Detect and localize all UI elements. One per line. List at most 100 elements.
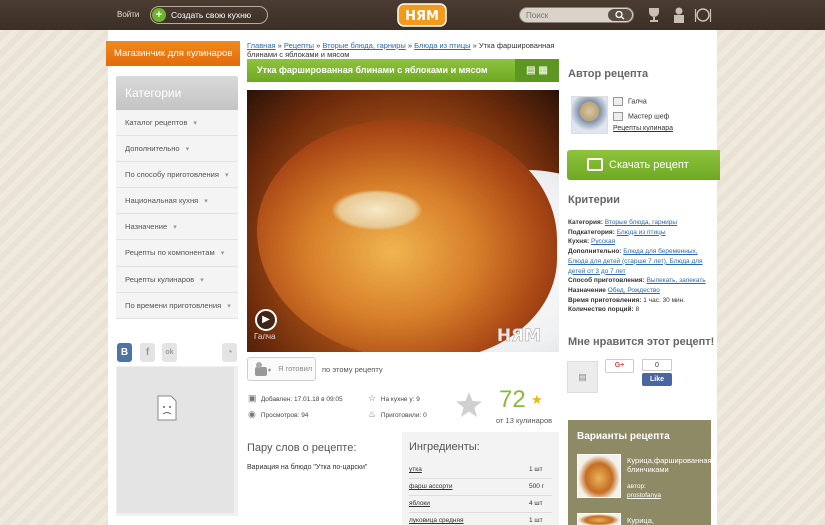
breadcrumb-separator: »: [472, 41, 477, 50]
play-icon[interactable]: ▶: [255, 309, 277, 331]
breadcrumb-second-courses[interactable]: Вторые блюда, гарниры: [322, 41, 405, 50]
categories-title: Категории: [116, 76, 238, 110]
rating-star-icon: ★: [531, 392, 543, 407]
criteria-value[interactable]: Выпекать, запекать: [647, 277, 706, 284]
download-recipe-button[interactable]: Скачать рецепт: [567, 150, 720, 180]
criteria-row: Способ приготовления: Выпекать, запекать: [568, 277, 706, 285]
criteria-title: Критерии: [568, 194, 620, 206]
author-recipes-link[interactable]: Рецепты кулинара: [613, 125, 673, 132]
breadcrumb-home[interactable]: Главная: [247, 41, 276, 50]
criteria-row: Время приготовления: 1 час. 30 мин.: [568, 296, 686, 304]
ingredient-name[interactable]: утка: [409, 466, 422, 473]
category-item[interactable]: Дополнительно: [116, 136, 238, 163]
ingredient-name[interactable]: яблоки: [409, 500, 430, 507]
facebook-like-button[interactable]: Like: [642, 373, 672, 386]
calendar-icon: ▣: [248, 393, 257, 403]
criteria-value[interactable]: Блюда из птицы: [617, 229, 666, 236]
view-toggle-icon[interactable]: ▤ ▦: [515, 59, 559, 82]
breadcrumb: Главная » Рецепты » Вторые блюда, гарнир…: [247, 41, 559, 59]
create-kitchen-label: Создать свою кухню: [171, 10, 252, 20]
recipe-photo[interactable]: ▶ Галча НЯМ: [247, 90, 559, 352]
google-plus-button[interactable]: G+: [605, 359, 634, 373]
rate-star-icon[interactable]: [455, 391, 483, 419]
i-cooked-label: Я готовил: [278, 364, 313, 373]
variant-author-label: автор:: [627, 483, 646, 490]
views-value: 94: [301, 412, 309, 419]
i-cooked-button[interactable]: Я готовил: [247, 357, 316, 381]
breadcrumb-separator: »: [407, 41, 413, 50]
plus-icon: +: [152, 8, 166, 22]
category-item[interactable]: Рецепты по компонентам: [116, 240, 238, 267]
vk-icon[interactable]: В: [117, 343, 132, 362]
cooked-note: по этому рецепту: [322, 365, 383, 374]
recipe-title-bar: Утка фаршированная блинами с яблоками и …: [247, 59, 559, 82]
recipe-variants: Варианты рецепта Курица,фаршированная бл…: [568, 420, 712, 525]
cooked-count-value: 0: [423, 412, 427, 419]
stuffing-image: [332, 190, 422, 230]
criteria-row: Количество порций: 8: [568, 306, 640, 314]
photo-author: Галча: [254, 332, 276, 341]
criteria-value[interactable]: Русская: [591, 238, 615, 245]
chef-icon[interactable]: [670, 6, 688, 24]
variant-author: prostofanya: [627, 492, 661, 499]
chef-hat-icon: [613, 112, 623, 121]
category-item[interactable]: Назначение: [116, 214, 238, 241]
category-item[interactable]: Каталог рецептов: [116, 110, 238, 137]
rating-count: от 13 кулинаров: [496, 416, 553, 425]
plate-icon[interactable]: [694, 6, 712, 24]
category-item[interactable]: По способу приготовления: [116, 162, 238, 189]
like-widget-icon[interactable]: ▤: [567, 361, 598, 393]
widget-box: [116, 366, 238, 516]
odnoklassniki-icon[interactable]: ok: [162, 343, 177, 362]
added-stat: ▣ Добавлен: 17.01.18 в 09:05: [248, 393, 343, 404]
about-text: Вариация на блюдо "Утка по-царски": [247, 464, 368, 471]
broken-image-icon: [157, 395, 177, 421]
variant-title[interactable]: Курица,фаршированная блинчиками: [627, 456, 712, 474]
criteria-value[interactable]: Вторые блюда, гарниры: [605, 219, 677, 226]
monitor-icon: [587, 158, 603, 171]
search-button[interactable]: [608, 9, 632, 21]
category-item[interactable]: По времени приготовления: [116, 293, 238, 319]
search-input[interactable]: [526, 10, 606, 21]
facebook-icon[interactable]: f: [140, 343, 155, 362]
author-section-title: Автор рецепта: [568, 68, 649, 80]
trophy-icon[interactable]: [645, 6, 663, 24]
ingredient-qty: 1 шт: [529, 466, 543, 473]
category-item[interactable]: Национальная кухня: [116, 188, 238, 215]
variant-thumbnail[interactable]: [577, 454, 621, 498]
cooked-count-label: Приготовили:: [380, 412, 422, 419]
login-link[interactable]: Войти: [117, 10, 139, 19]
breadcrumb-separator: »: [316, 41, 321, 50]
criteria-row: Назначение Обед, Рождество: [568, 286, 660, 294]
criteria-row: Кухня: Русская: [568, 238, 616, 246]
added-value: 17.01.18 в 09:05: [294, 396, 343, 403]
recipe-title: Утка фаршированная блинами с яблоками и …: [257, 65, 488, 75]
ingredient-name[interactable]: луковица средняя: [409, 517, 464, 524]
criteria-row: Подкатегория: Блюда из птицы: [568, 228, 666, 236]
criteria-value: 1 час. 30 мин.: [643, 296, 686, 304]
breadcrumb-poultry[interactable]: Блюда из птицы: [414, 41, 470, 50]
author-name-row: Галча: [613, 97, 647, 106]
criteria-value[interactable]: Обед, Рождество: [608, 287, 660, 294]
cooked-icon: [255, 362, 271, 376]
views-stat: ◉ Просмотров: 94: [248, 409, 308, 420]
author-rank-row: Мастер шеф: [613, 112, 669, 121]
author-avatar[interactable]: [571, 96, 608, 134]
breadcrumb-recipes[interactable]: Рецепты: [284, 41, 314, 50]
added-label: Добавлен:: [260, 396, 293, 403]
in-kitchen-label: На кухне у:: [380, 396, 415, 403]
variant-thumbnail[interactable]: [577, 513, 621, 525]
create-kitchen-button[interactable]: + Создать свою кухню: [150, 6, 268, 24]
variant-title[interactable]: Курица,: [627, 516, 707, 525]
ingredient-name[interactable]: фарш ассорти: [409, 483, 452, 490]
shop-banner[interactable]: Магазинчик для кулинаров: [106, 41, 240, 66]
search-box: [519, 7, 634, 23]
ingredient-qty: 500 г: [529, 483, 545, 490]
category-item[interactable]: Рецепты кулинаров: [116, 267, 238, 293]
search-icon: [615, 10, 625, 20]
facebook-like-count: 0: [642, 359, 672, 371]
cooked-count-stat: ♨ Приготовили: 0: [368, 409, 427, 420]
rss-icon[interactable]: ◔: [222, 343, 237, 362]
site-logo[interactable]: НЯМ: [397, 1, 447, 28]
top-bar: Войти + Создать свою кухню НЯМ: [0, 0, 825, 30]
